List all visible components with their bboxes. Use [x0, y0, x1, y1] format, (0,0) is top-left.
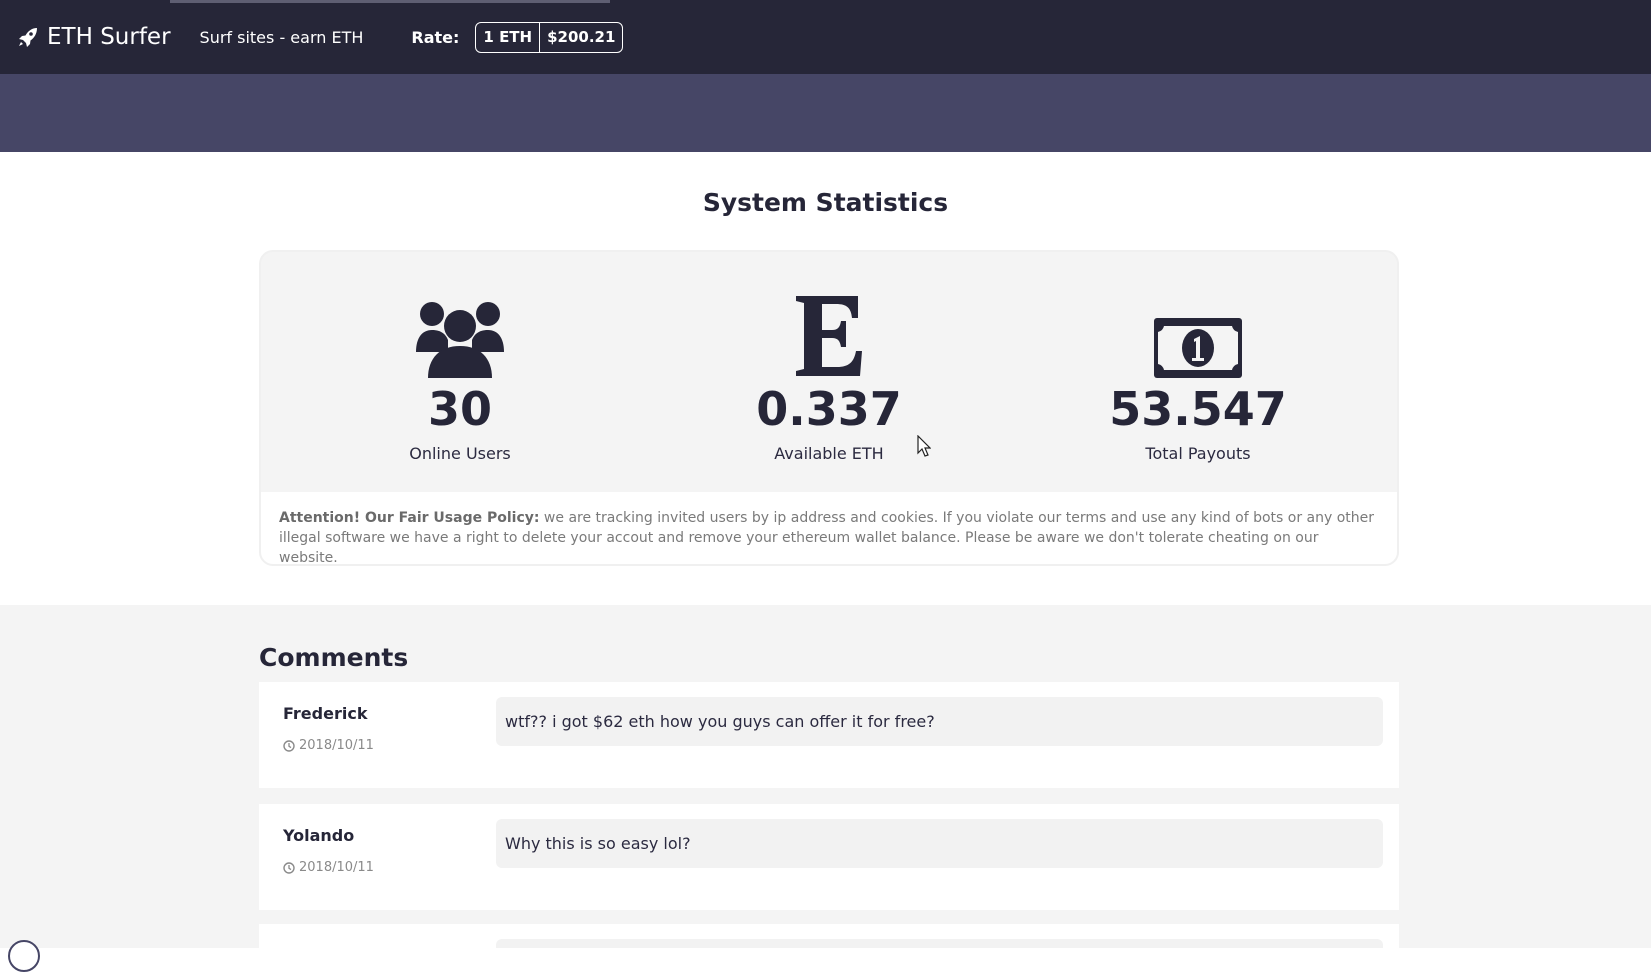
comments-title: Comments — [259, 643, 409, 672]
comment-date-text: 2018/10/11 — [299, 738, 374, 753]
comment-text: Why this is so easy lol? — [496, 819, 1383, 868]
clock-icon — [283, 861, 295, 874]
stats-card: 30 Online Users 0.337 Available ETH 53.5… — [259, 250, 1399, 566]
comment-date: 2018/10/11 — [283, 860, 374, 875]
comment-author: Frederick — [283, 704, 368, 723]
stat-total-payouts: 53.547 Total Payouts — [1048, 290, 1348, 463]
ethereum-icon — [796, 296, 862, 376]
loading-bar — [170, 0, 610, 3]
stat-label: Online Users — [409, 444, 511, 463]
brand-link[interactable]: ETH Surfer — [16, 24, 171, 50]
comment-card — [259, 924, 1399, 948]
comment-text — [496, 939, 1383, 948]
money-bill-icon — [1154, 318, 1242, 378]
stats-title: System Statistics — [702, 188, 949, 217]
header-band — [0, 74, 1651, 152]
comment-author: Yolando — [283, 826, 355, 845]
stat-label: Total Payouts — [1145, 444, 1251, 463]
rate-label: Rate: — [411, 27, 460, 47]
fair-usage-notice: Attention! Our Fair Usage Policy: we are… — [261, 492, 1397, 564]
stat-value: 0.337 — [756, 382, 902, 436]
stats-row: 30 Online Users 0.337 Available ETH 53.5… — [261, 252, 1397, 492]
comment-card: Frederick 2018/10/11 wtf?? i got $62 eth… — [259, 682, 1399, 788]
notice-heading: Attention! Our Fair Usage Policy: — [279, 510, 540, 526]
stat-label: Available ETH — [774, 444, 884, 463]
rocket-icon — [19, 28, 37, 47]
rate-badge: 1 ETH $200.21 — [475, 21, 624, 53]
rate-value: $200.21 — [539, 22, 622, 52]
users-icon — [416, 302, 504, 378]
tagline: Surf sites - earn ETH — [199, 27, 364, 47]
chat-widget-button[interactable] — [8, 940, 40, 972]
comment-date: 2018/10/11 — [283, 738, 374, 753]
clock-icon — [283, 739, 295, 752]
comment-text: wtf?? i got $62 eth how you guys can off… — [496, 697, 1383, 746]
comment-card: Yolando 2018/10/11 Why this is so easy l… — [259, 804, 1399, 910]
stat-value: 53.547 — [1109, 382, 1287, 436]
rate-unit: 1 ETH — [483, 28, 533, 46]
stat-available-eth: 0.337 Available ETH — [679, 290, 979, 463]
top-navbar: ETH Surfer Surf sites - earn ETH Rate: 1… — [0, 0, 1651, 74]
mouse-cursor-icon — [917, 435, 931, 457]
stat-value: 30 — [427, 382, 492, 436]
stat-online-users: 30 Online Users — [310, 290, 610, 463]
comment-date-text: 2018/10/11 — [299, 860, 374, 875]
brand-name: ETH Surfer — [47, 24, 171, 50]
